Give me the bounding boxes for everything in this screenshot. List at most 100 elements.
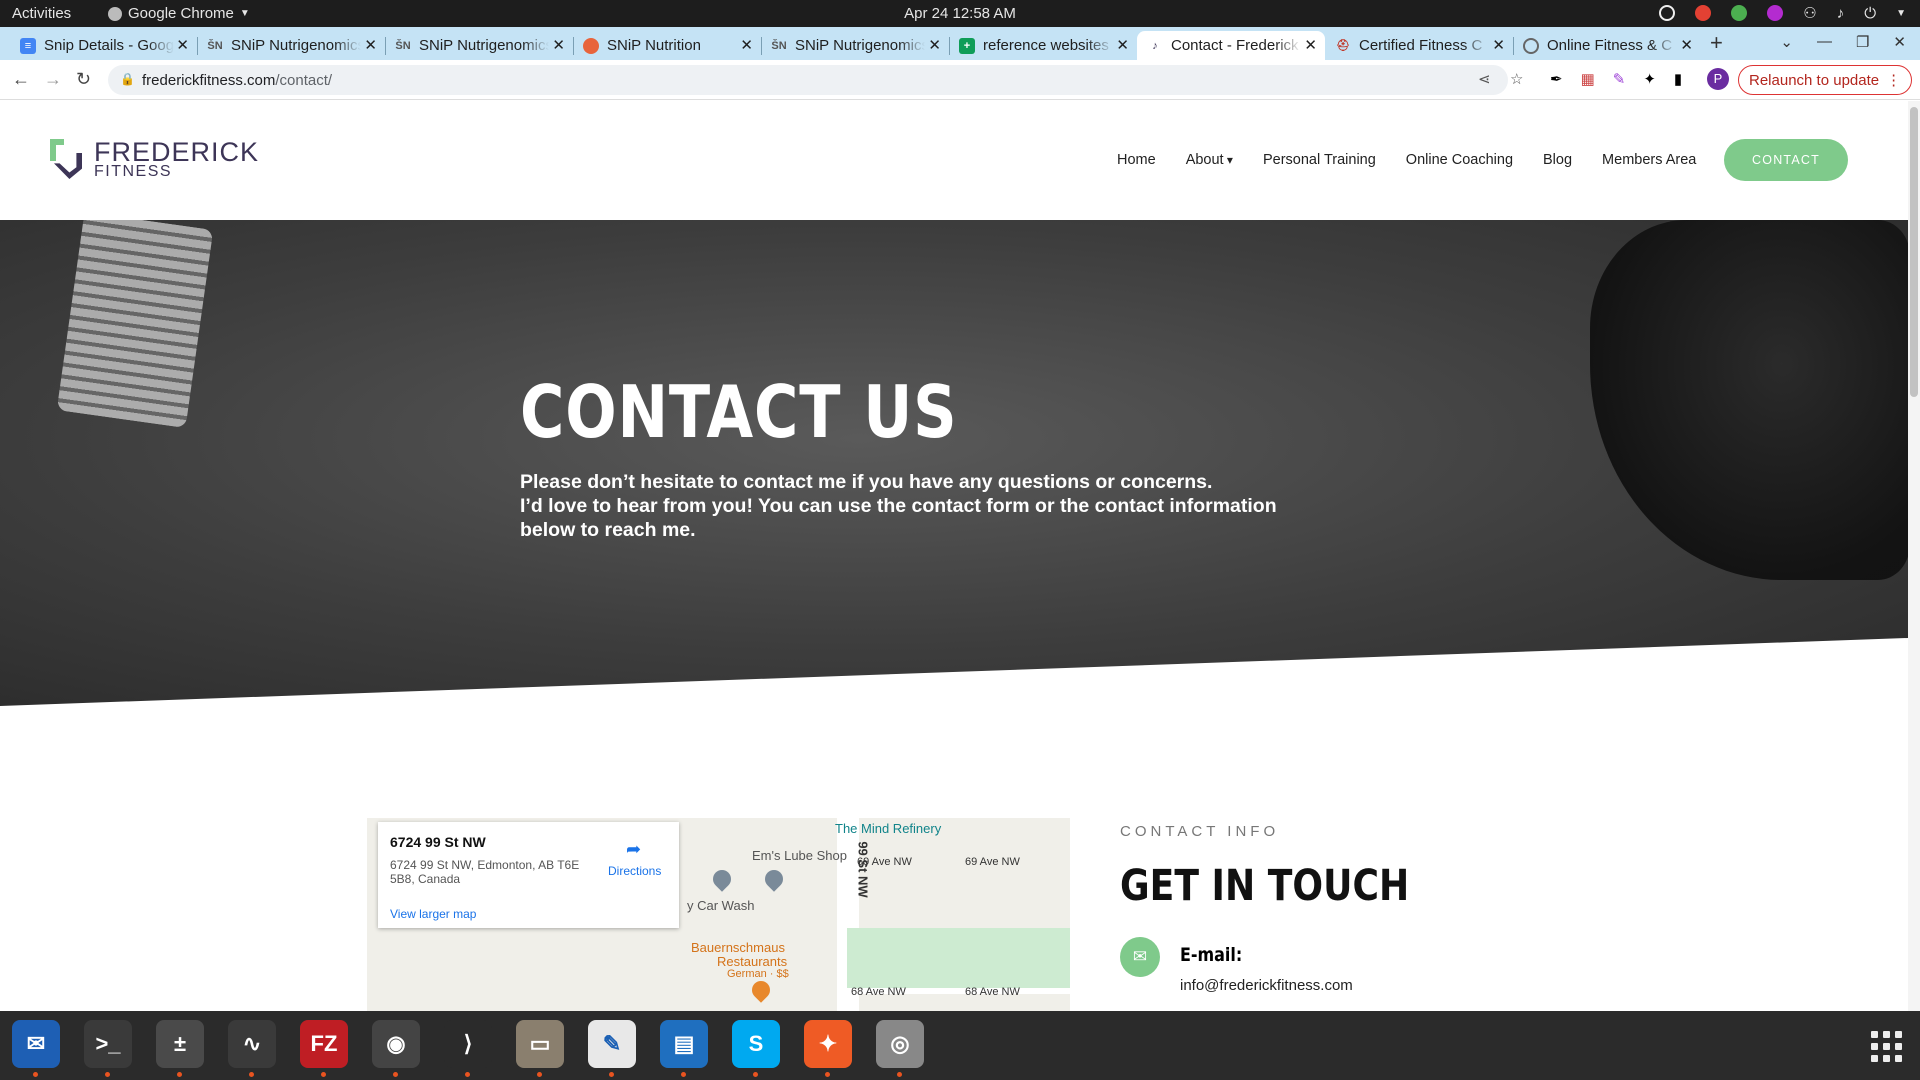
- profile-avatar[interactable]: P: [1707, 68, 1729, 90]
- contact-info-kicker: CONTACT INFO: [1120, 823, 1280, 840]
- tab-reference-websites[interactable]: + reference websites ✕: [949, 31, 1137, 60]
- close-icon[interactable]: ✕: [1304, 36, 1317, 54]
- new-tab-button[interactable]: +: [1710, 30, 1723, 56]
- poi-lube-shop[interactable]: Em's Lube Shop: [752, 848, 847, 863]
- chrome-icon[interactable]: ◉: [372, 1020, 420, 1077]
- fitness-icon: ⛑: [1336, 40, 1350, 52]
- nav-about[interactable]: About: [1186, 152, 1233, 168]
- skype-icon[interactable]: S: [732, 1020, 780, 1077]
- disks-icon[interactable]: ◎: [876, 1020, 924, 1077]
- network-icon[interactable]: ⚇: [1803, 4, 1816, 22]
- relaunch-button[interactable]: Relaunch to update ⋮: [1738, 65, 1913, 95]
- thunderbird-icon[interactable]: ✉: [12, 1020, 60, 1077]
- view-larger-map-link[interactable]: View larger map: [390, 907, 476, 921]
- color-tray-icon[interactable]: [1767, 5, 1784, 21]
- poi-restaurant[interactable]: Bauernschmaus: [691, 940, 785, 955]
- files-icon[interactable]: ▭: [516, 1020, 564, 1077]
- bookmark-star-icon[interactable]: ☆: [1510, 70, 1523, 88]
- map-park: [847, 928, 1070, 988]
- app-menu[interactable]: Google Chrome ▼: [108, 5, 250, 22]
- avenue-label: 69 Ave NW: [857, 856, 912, 868]
- clock[interactable]: Apr 24 12:58 AM: [0, 5, 1920, 22]
- close-icon[interactable]: ✕: [1492, 36, 1505, 54]
- postman-icon[interactable]: ✦: [804, 1020, 852, 1077]
- address-bar[interactable]: 🔒 frederickfitness.com/contact/: [108, 65, 1508, 95]
- close-icon[interactable]: ✕: [740, 36, 753, 54]
- directions-icon[interactable]: ➦: [626, 839, 641, 860]
- tab-online-fitness[interactable]: Online Fitness & C ✕: [1513, 31, 1701, 60]
- poi-car-wash[interactable]: y Car Wash: [687, 898, 754, 913]
- close-icon[interactable]: ✕: [928, 36, 941, 54]
- glove-image: [1590, 220, 1908, 580]
- minimize-icon[interactable]: —: [1817, 33, 1832, 51]
- tray-app-icon[interactable]: [1659, 5, 1676, 21]
- side-panel-icon[interactable]: ▮: [1674, 70, 1682, 88]
- nav-personal-training[interactable]: Personal Training: [1263, 152, 1376, 168]
- activities-button[interactable]: Activities: [12, 5, 71, 22]
- poi-the-mind-refinery[interactable]: The Mind Refinery: [835, 821, 941, 836]
- page-title: CONTACT US: [520, 370, 958, 454]
- back-icon[interactable]: ←: [12, 69, 30, 90]
- check-tray-icon[interactable]: [1731, 5, 1748, 21]
- close-icon[interactable]: ✕: [364, 36, 377, 54]
- forward-icon[interactable]: →: [44, 69, 62, 90]
- terminal-icon[interactable]: >_: [84, 1020, 132, 1077]
- extensions-area: ✒ ▦ ✎ ✦ ▮: [1550, 70, 1682, 88]
- nav-blog[interactable]: Blog: [1543, 152, 1572, 168]
- close-icon[interactable]: ✕: [176, 36, 189, 54]
- site-logo[interactable]: FREDERICK FITNESS: [50, 139, 259, 180]
- tab-snip-nutrigenomics-3[interactable]: ŠN SNiP Nutrigenomics ✕: [761, 31, 950, 60]
- text-editor-icon[interactable]: ✎: [588, 1020, 636, 1077]
- show-applications-icon[interactable]: [1871, 1031, 1902, 1062]
- nav-online-coaching[interactable]: Online Coaching: [1406, 152, 1513, 168]
- nav-home[interactable]: Home: [1117, 152, 1156, 168]
- close-icon[interactable]: ✕: [1680, 36, 1693, 54]
- contact-button[interactable]: CONTACT: [1724, 139, 1848, 181]
- tab-snip-nutrition[interactable]: SNiP Nutrition ✕: [573, 31, 762, 60]
- reload-icon[interactable]: ↻: [76, 69, 91, 90]
- system-monitor-icon[interactable]: ∿: [228, 1020, 276, 1077]
- calendar-ext-icon[interactable]: ▦: [1581, 70, 1595, 88]
- poi-restaurant-type: Restaurants: [717, 954, 788, 969]
- tab-certified-fitness[interactable]: ⛑ Certified Fitness C ✕: [1325, 31, 1514, 60]
- system-tray[interactable]: ⚇ ♪ ⏻ ▼: [1659, 4, 1906, 22]
- page-scrollbar[interactable]: [1908, 101, 1920, 1011]
- scrollbar-thumb[interactable]: [1910, 107, 1918, 397]
- close-window-icon[interactable]: ✕: [1893, 33, 1906, 51]
- eyedropper-icon[interactable]: ✒: [1550, 70, 1563, 88]
- email-link[interactable]: info@frederickfitness.com: [1180, 977, 1353, 994]
- tab-snip-details[interactable]: ≡ Snip Details - Goog ✕: [10, 31, 198, 60]
- menu-dots-icon[interactable]: ⋮: [1886, 71, 1901, 89]
- directions-link[interactable]: Directions: [608, 864, 661, 878]
- calculator-icon[interactable]: ±: [156, 1020, 204, 1077]
- volume-icon[interactable]: ♪: [1837, 5, 1845, 22]
- relaunch-label: Relaunch to update: [1749, 72, 1880, 89]
- map-pin-icon[interactable]: [761, 866, 787, 892]
- pen-ext-icon[interactable]: ✎: [1613, 70, 1626, 88]
- avenue-label: 68 Ave NW: [965, 986, 1020, 998]
- restore-icon[interactable]: ❐: [1856, 33, 1869, 51]
- google-map[interactable]: 99 St NW The Mind Refinery Em's Lube Sho…: [367, 818, 1070, 1011]
- vscode-icon[interactable]: ⟩: [444, 1020, 492, 1077]
- lock-icon[interactable]: 🔒: [120, 72, 135, 86]
- nav-members-area[interactable]: Members Area: [1602, 152, 1696, 168]
- tab-snip-nutrigenomics-1[interactable]: ŠN SNiP Nutrigenomics ✕: [197, 31, 386, 60]
- envelope-icon: ✉: [1120, 937, 1160, 977]
- hero-text: Please don’t hesitate to contact me if y…: [520, 470, 1300, 542]
- chevron-down-icon[interactable]: ▼: [1896, 8, 1906, 19]
- restaurant-pin-icon[interactable]: [748, 977, 774, 1003]
- power-icon[interactable]: ⏻: [1864, 5, 1876, 22]
- puzzle-icon[interactable]: ✦: [1643, 70, 1656, 88]
- chrome-tray-icon[interactable]: [1695, 5, 1712, 21]
- tab-contact-frederick[interactable]: ♪ Contact - Frederick ✕: [1137, 31, 1325, 60]
- writer-icon[interactable]: ▤: [660, 1020, 708, 1077]
- tab-snip-nutrigenomics-2[interactable]: ŠN SNiP Nutrigenomics ✕: [385, 31, 574, 60]
- close-icon[interactable]: ✕: [1116, 36, 1129, 54]
- street-label: 99 St NW: [855, 841, 871, 898]
- filezilla-icon[interactable]: FZ: [300, 1020, 348, 1077]
- close-icon[interactable]: ✕: [552, 36, 565, 54]
- map-pin-icon[interactable]: [709, 866, 735, 892]
- place-address: 6724 99 St NW, Edmonton, AB T6E 5B8, Can…: [390, 858, 580, 886]
- share-icon[interactable]: ⋖: [1478, 70, 1491, 88]
- tab-search-icon[interactable]: ⌄: [1780, 33, 1793, 51]
